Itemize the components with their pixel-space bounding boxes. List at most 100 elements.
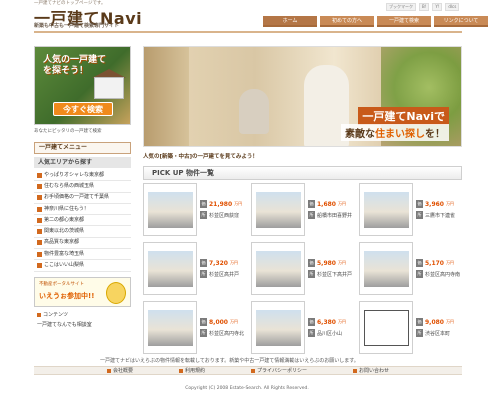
footer-link-company[interactable]: 会社概要 bbox=[107, 367, 133, 374]
property-thumbnail[interactable] bbox=[251, 183, 305, 236]
hatena-icon[interactable]: B! bbox=[419, 3, 430, 11]
price-label: 価格 bbox=[416, 200, 423, 214]
area-menu-item[interactable]: 住むなら県の西城玉県 bbox=[34, 181, 131, 193]
contents-link-label: コンテンツ bbox=[43, 311, 69, 318]
hero-child-figure bbox=[239, 89, 269, 134]
property-card[interactable]: 価格8,000万円所在杉並区高円寺北 bbox=[143, 301, 246, 354]
property-card[interactable]: 価格6,380万円所在品川区小山 bbox=[251, 301, 354, 354]
area-menu-item[interactable]: 神奈川県に住もう！ bbox=[34, 204, 131, 216]
location-label: 所在 bbox=[200, 211, 207, 225]
property-thumbnail[interactable] bbox=[143, 183, 197, 236]
location-label: 所在 bbox=[200, 270, 207, 284]
sidebar: 人気の一戸建て を探そう！ 今すぐ検索 あなたにピッタリの一戸建て検索 一戸建て… bbox=[34, 46, 131, 330]
location-value: 杉並区下高井戸 bbox=[317, 271, 353, 278]
property-info: 価格8,000万円所在杉並区高円寺北 bbox=[200, 301, 246, 354]
property-card[interactable]: 価格3,960万円所在三鷹市下連雀 bbox=[359, 183, 462, 236]
property-thumbnail[interactable] bbox=[143, 242, 197, 295]
yahoo-icon[interactable]: Y! bbox=[432, 3, 443, 11]
footer-link-terms[interactable]: 利用規約 bbox=[179, 367, 205, 374]
property-thumbnail[interactable] bbox=[251, 301, 305, 354]
house-icon bbox=[94, 77, 124, 99]
location-label: 所在 bbox=[416, 211, 423, 225]
area-menu-item[interactable]: 物件豊富な埼玉県 bbox=[34, 249, 131, 261]
price-row: 価格8,000万円 bbox=[200, 318, 246, 332]
price-value: 21,980 bbox=[209, 200, 233, 208]
price-row: 価格9,080万円 bbox=[416, 318, 462, 332]
price-value: 5,980 bbox=[317, 259, 336, 267]
property-card[interactable]: 価格5,170万円所在杉並区高円寺南 bbox=[359, 242, 462, 295]
area-menu-list: やっぱりオシャレな東京都 住むなら県の西城玉県 お手頃価格の一戸建て千葉県 神奈… bbox=[34, 170, 131, 272]
location-value: 杉並区高円寺南 bbox=[425, 271, 461, 278]
lead-text: 人気の[新築・中古]の一戸建てを見てみよう！ bbox=[143, 154, 258, 160]
hero-pillar bbox=[144, 47, 189, 146]
search-banner[interactable]: 人気の一戸建て を探そう！ 今すぐ検索 bbox=[34, 46, 131, 125]
area-menu-item[interactable]: 関東以北の茨城県 bbox=[34, 226, 131, 238]
search-now-button[interactable]: 今すぐ検索 bbox=[53, 102, 113, 116]
nav-search[interactable]: 一戸建て検索 bbox=[377, 16, 431, 27]
hero-sub-suffix: を！ bbox=[425, 129, 445, 140]
portal-banner[interactable]: 不動産ポータルサイト いえうぉ参加中!! bbox=[34, 276, 131, 307]
hero-sub-prefix: 素敵な bbox=[345, 129, 375, 140]
hero-sub-accent: 住まい探し bbox=[375, 129, 425, 140]
square-bullet-icon bbox=[179, 368, 184, 373]
banner-title-line1: 人気の一戸建て bbox=[43, 55, 107, 65]
price-row: 価格5,170万円 bbox=[416, 259, 462, 273]
price-row: 価格6,380万円 bbox=[308, 318, 354, 332]
price-value: 7,320 bbox=[209, 259, 228, 267]
global-nav: ホーム 初めての方へ 一戸建て検索 リンクについて bbox=[263, 16, 488, 27]
price-value: 9,080 bbox=[425, 318, 444, 326]
area-menu-item[interactable]: やっぱりオシャレな東京都 bbox=[34, 170, 131, 182]
copyright: Copyright (C) 2008 Estate-Search. All Ri… bbox=[185, 386, 309, 391]
consult-link-label: 一戸建てなんでも相談室 bbox=[37, 321, 92, 328]
location-row: 所在 杉並区西荻窪 bbox=[200, 211, 246, 225]
menu-heading: 一戸建てメニュー bbox=[34, 142, 131, 154]
footer-link-privacy[interactable]: プライバシーポリシー bbox=[251, 367, 307, 374]
area-menu-label: 関東以北の茨城県 bbox=[44, 228, 85, 235]
price-label: 価格 bbox=[308, 259, 315, 273]
footer-link-label: お問い合わせ bbox=[358, 368, 389, 374]
area-menu-item[interactable]: 高品質な東京都 bbox=[34, 238, 131, 250]
price-row: 価格3,960万円 bbox=[416, 200, 462, 214]
property-thumbnail[interactable] bbox=[359, 301, 413, 354]
area-menu-label: 物件豊富な埼玉県 bbox=[44, 250, 85, 257]
nav-beginners[interactable]: 初めての方へ bbox=[320, 16, 374, 27]
property-thumbnail[interactable] bbox=[359, 242, 413, 295]
location-row: 所在 品川区小山 bbox=[308, 329, 354, 343]
property-card[interactable]: 価格7,320万円所在杉並区高井戸 bbox=[143, 242, 246, 295]
price-value: 5,170 bbox=[425, 259, 444, 267]
location-value: 船橋市田喜野井 bbox=[317, 212, 353, 219]
property-info: 価格5,980万円所在杉並区下高井戸 bbox=[308, 242, 354, 295]
house-photo bbox=[256, 310, 301, 346]
bookmark-icon[interactable]: ブックマーク bbox=[386, 3, 416, 11]
property-thumbnail[interactable] bbox=[251, 242, 305, 295]
square-bullet-icon bbox=[251, 368, 256, 373]
location-value: 杉並区高井戸 bbox=[209, 271, 240, 278]
footer-link-contact[interactable]: お問い合わせ bbox=[352, 367, 389, 374]
banner-caption[interactable]: あなたにピッタリの一戸建て検索 bbox=[34, 128, 131, 134]
price-unit: 万円 bbox=[234, 201, 243, 206]
nav-links[interactable]: リンクについて bbox=[434, 16, 488, 27]
property-thumbnail[interactable] bbox=[359, 183, 413, 236]
location-row: 所在 杉並区高円寺南 bbox=[416, 270, 462, 284]
area-menu-item[interactable]: ここはいい山梨県 bbox=[34, 260, 131, 272]
property-thumbnail[interactable] bbox=[143, 301, 197, 354]
square-bullet-icon bbox=[352, 368, 357, 373]
property-info: 価格1,680万円所在船橋市田喜野井 bbox=[308, 183, 354, 236]
nav-home[interactable]: ホーム bbox=[263, 16, 317, 27]
property-card[interactable]: 価格1,680万円所在船橋市田喜野井 bbox=[251, 183, 354, 236]
property-card[interactable]: 価格9,080万円所在渋谷区本町 bbox=[359, 301, 462, 354]
property-card[interactable]: 価格5,980万円所在杉並区下高井戸 bbox=[251, 242, 354, 295]
price-unit: 万円 bbox=[229, 319, 238, 324]
location-row: 所在 船橋市田喜野井 bbox=[308, 211, 354, 225]
location-value: 杉並区西荻窪 bbox=[209, 212, 240, 219]
mascot-icon bbox=[106, 281, 126, 304]
contents-link[interactable]: コンテンツ bbox=[34, 310, 131, 320]
location-label: 所在 bbox=[200, 329, 207, 343]
footer-links: 会社概要 利用規約 プライバシーポリシー お問い合わせ bbox=[34, 366, 462, 375]
area-menu-item[interactable]: お手頃価格の一戸建て千葉県 bbox=[34, 193, 131, 204]
property-card[interactable]: 価格21,980万円所在杉並区西荻窪 bbox=[143, 183, 246, 236]
consult-link[interactable]: 一戸建てなんでも相談室 bbox=[34, 320, 131, 330]
area-menu-item[interactable]: 第二の都心東京都 bbox=[34, 215, 131, 227]
delicious-icon[interactable]: dlcs bbox=[445, 3, 460, 11]
square-bullet-icon bbox=[37, 312, 41, 317]
